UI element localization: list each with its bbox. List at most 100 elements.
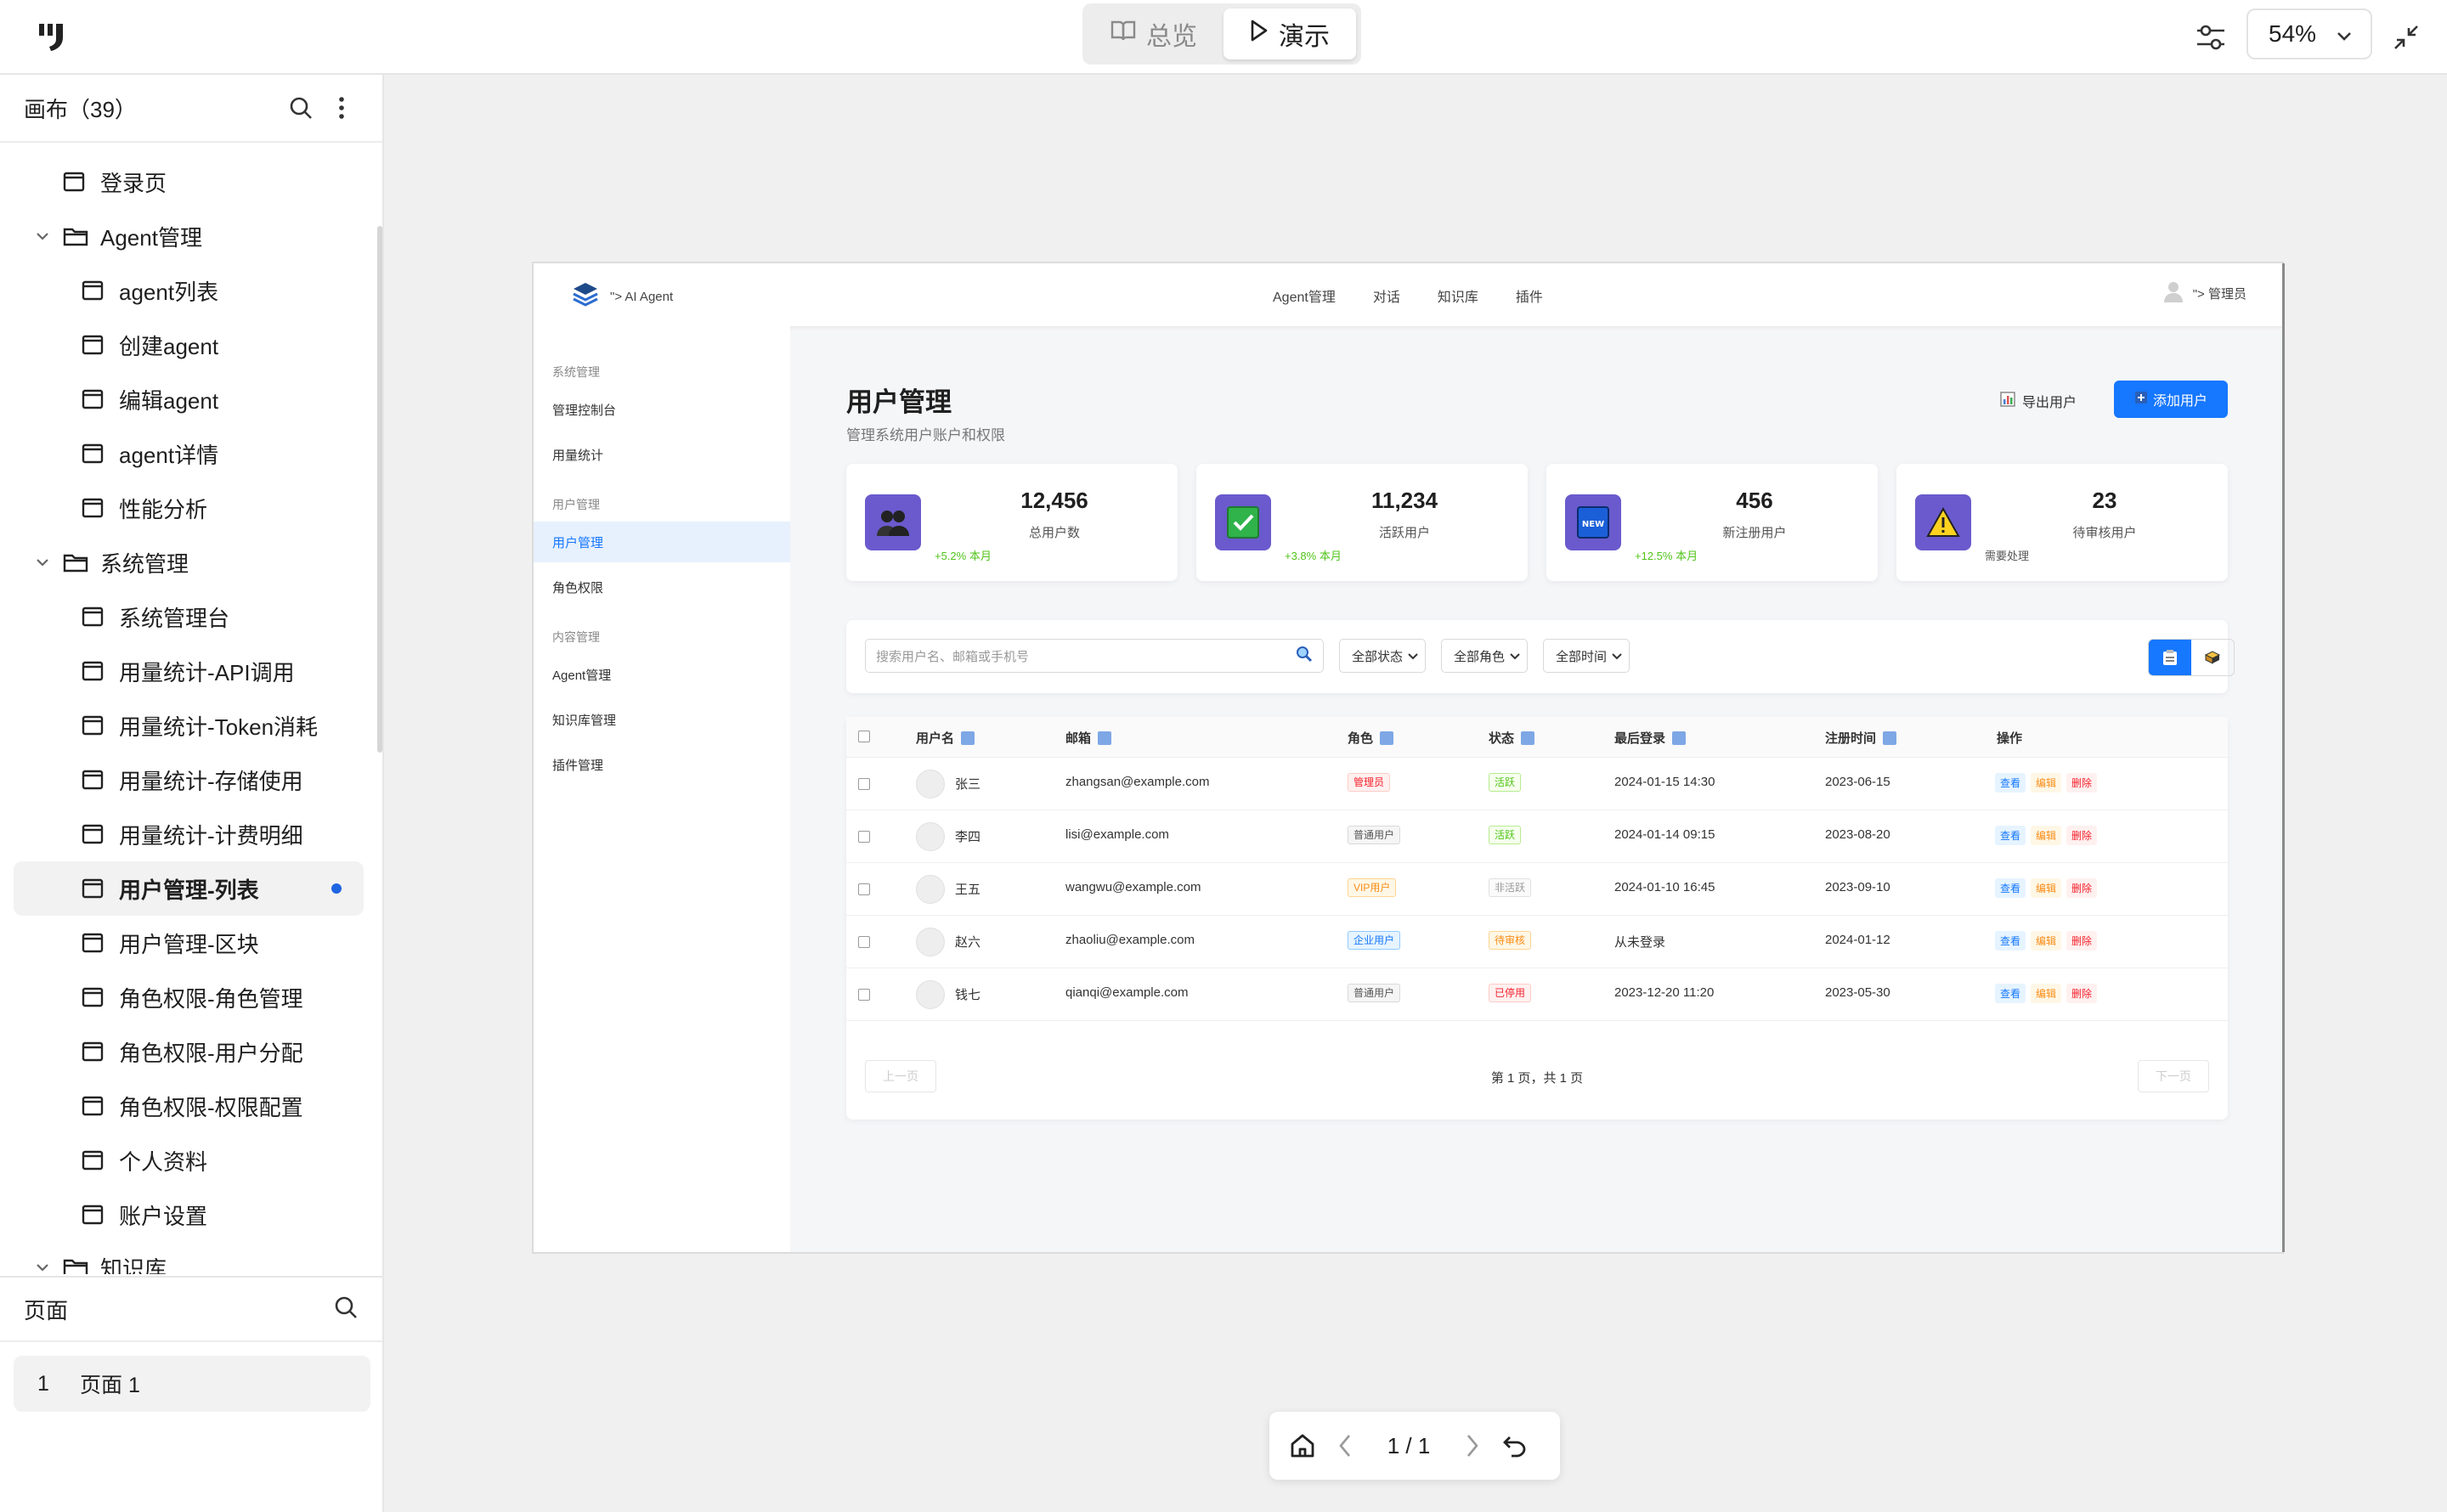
tree-item-account-settings[interactable]: 账户设置 xyxy=(14,1188,364,1242)
present-tab[interactable]: 演示 xyxy=(1224,8,1356,59)
delete-button[interactable]: 删除 xyxy=(2066,984,2098,1003)
column-label: 状态 xyxy=(1489,731,1515,746)
row-checkbox[interactable] xyxy=(858,936,870,948)
preview-nav-knowledge[interactable]: 知识库 xyxy=(1438,285,1478,306)
view-button[interactable]: 查看 xyxy=(1995,826,2026,845)
view-button[interactable]: 查看 xyxy=(1995,984,2026,1003)
row-checkbox[interactable] xyxy=(858,831,870,843)
column-header-registered[interactable]: 注册时间 xyxy=(1825,729,1897,747)
column-header-username[interactable]: 用户名 xyxy=(916,729,975,747)
preview-nav-plugins[interactable]: 插件 xyxy=(1516,285,1543,306)
side-item-roles[interactable]: 角色权限 xyxy=(534,567,790,607)
tree-item-user-list[interactable]: 用户管理-列表 xyxy=(14,861,364,916)
tree-item-usage-token[interactable]: 用量统计-Token消耗 xyxy=(14,698,364,753)
grid-view-icon[interactable] xyxy=(2191,640,2234,675)
overview-tab[interactable]: 总览 xyxy=(1088,8,1220,59)
table-row[interactable]: 赵六 zhaoliu@example.com 企业用户 待审核 从未登录 202… xyxy=(846,916,2228,968)
collapse-icon[interactable] xyxy=(2386,17,2427,58)
edit-button[interactable]: 编辑 xyxy=(2031,931,2062,951)
preview-nav-agent[interactable]: Agent管理 xyxy=(1273,285,1336,306)
time-filter-select[interactable]: 全部时间 xyxy=(1543,639,1630,673)
tree-folder-system[interactable]: 系统管理 xyxy=(14,535,364,590)
search-icon[interactable] xyxy=(333,1295,359,1324)
more-icon[interactable] xyxy=(325,91,359,125)
view-button[interactable]: 查看 xyxy=(1995,773,2026,793)
user-search-input[interactable]: 搜索用户名、邮箱或手机号 xyxy=(865,639,1324,673)
side-item-agents[interactable]: Agent管理 xyxy=(534,654,790,695)
column-header-last-login[interactable]: 最后登录 xyxy=(1614,729,1687,747)
tree-item-usage-api[interactable]: 用量统计-API调用 xyxy=(14,644,364,698)
tree-folder-knowledge[interactable]: 知识库 xyxy=(14,1240,364,1274)
export-users-button[interactable]: 导出用户 xyxy=(2000,384,2077,418)
tree-item-role-assign[interactable]: 角色权限-用户分配 xyxy=(14,1024,364,1079)
chevron-down-icon[interactable] xyxy=(31,224,54,248)
tree-item-system-console[interactable]: 系统管理台 xyxy=(14,590,364,644)
tree-scrollbar[interactable] xyxy=(377,226,382,753)
chevron-down-icon[interactable] xyxy=(31,550,54,574)
view-button[interactable]: 查看 xyxy=(1995,931,2026,951)
table-row[interactable]: 王五 wangwu@example.com VIP用户 非活跃 2024-01-… xyxy=(846,863,2228,916)
side-item-knowledge[interactable]: 知识库管理 xyxy=(534,699,790,740)
tree-item-agent-list[interactable]: agent列表 xyxy=(14,263,364,318)
chevron-left-icon[interactable] xyxy=(1324,1425,1366,1467)
stat-value: 23 xyxy=(2092,488,2117,513)
tree-item-user-block[interactable]: 用户管理-区块 xyxy=(14,916,364,970)
app-logo-icon[interactable] xyxy=(37,20,71,54)
tree-item-role-manage[interactable]: 角色权限-角色管理 xyxy=(14,970,364,1024)
side-item-usage[interactable]: 用量统计 xyxy=(534,434,790,475)
side-item-plugins[interactable]: 插件管理 xyxy=(534,744,790,785)
add-user-button[interactable]: 添加用户 xyxy=(2114,381,2228,418)
tree-folder-agent[interactable]: Agent管理 xyxy=(14,209,364,263)
tree-item-edit-agent[interactable]: 编辑agent xyxy=(14,372,364,426)
column-header-status[interactable]: 状态 xyxy=(1489,729,1535,747)
select-all-checkbox[interactable] xyxy=(858,731,870,742)
zoom-select[interactable]: 54% xyxy=(2246,8,2372,59)
table-row[interactable]: 张三 zhangsan@example.com 管理员 活跃 2024-01-1… xyxy=(846,758,2228,810)
chevron-right-icon[interactable] xyxy=(1451,1425,1494,1467)
tree-item-role-permission[interactable]: 角色权限-权限配置 xyxy=(14,1079,364,1133)
delete-button[interactable]: 删除 xyxy=(2066,878,2098,898)
table-row[interactable]: 钱七 qianqi@example.com 普通用户 已停用 2023-12-2… xyxy=(846,968,2228,1021)
preview-user-menu[interactable]: "> 管理员 xyxy=(2162,280,2246,306)
delete-button[interactable]: 删除 xyxy=(2066,826,2098,845)
preview-brand[interactable]: "> AI Agent xyxy=(571,280,673,313)
edit-button[interactable]: 编辑 xyxy=(2031,826,2062,845)
side-item-console[interactable]: 管理控制台 xyxy=(534,389,790,430)
row-checkbox[interactable] xyxy=(858,883,870,895)
row-checkbox[interactable] xyxy=(858,778,870,790)
column-header-email[interactable]: 邮箱 xyxy=(1065,729,1112,747)
tree-item-usage-billing[interactable]: 用量统计-计费明细 xyxy=(14,807,364,861)
table-row[interactable]: 李四 lisi@example.com 普通用户 活跃 2024-01-14 0… xyxy=(846,810,2228,863)
page-list-item[interactable]: 1 页面 1 xyxy=(14,1356,370,1412)
side-item-users[interactable]: 用户管理 xyxy=(534,522,790,562)
preview-nav-chat[interactable]: 对话 xyxy=(1373,285,1400,306)
list-view-icon[interactable] xyxy=(2149,640,2191,675)
delete-button[interactable]: 删除 xyxy=(2066,773,2098,793)
tree-item-performance[interactable]: 性能分析 xyxy=(14,481,364,535)
tree-item-login[interactable]: 登录页 xyxy=(14,155,364,209)
row-checkbox[interactable] xyxy=(858,989,870,1001)
next-page-button[interactable]: 下一页 xyxy=(2138,1060,2209,1092)
tree-item-create-agent[interactable]: 创建agent xyxy=(14,318,364,372)
home-icon[interactable] xyxy=(1281,1425,1324,1467)
undo-icon[interactable] xyxy=(1494,1425,1536,1467)
role-filter-select[interactable]: 全部角色 xyxy=(1441,639,1529,673)
edit-button[interactable]: 编辑 xyxy=(2031,773,2062,793)
role-badge: 普通用户 xyxy=(1348,984,1401,1002)
view-button[interactable]: 查看 xyxy=(1995,878,2026,898)
preview-nav-links: Agent管理 对话 知识库 插件 xyxy=(1273,285,1543,306)
search-icon[interactable] xyxy=(284,91,318,125)
edit-button[interactable]: 编辑 xyxy=(2031,878,2062,898)
edit-button[interactable]: 编辑 xyxy=(2031,984,2062,1003)
status-badge: 已停用 xyxy=(1489,984,1532,1002)
delete-button[interactable]: 删除 xyxy=(2066,931,2098,951)
chevron-down-icon[interactable] xyxy=(31,1255,54,1274)
status-filter-select[interactable]: 全部状态 xyxy=(1339,639,1427,673)
tree-item-agent-detail[interactable]: agent详情 xyxy=(14,426,364,481)
artboard-preview[interactable]: "> AI Agent Agent管理 对话 知识库 插件 "> 管理员 系统管… xyxy=(534,263,2282,1252)
play-icon xyxy=(1250,20,1269,48)
column-header-role[interactable]: 角色 xyxy=(1348,729,1394,747)
tree-item-profile[interactable]: 个人资料 xyxy=(14,1133,364,1188)
sliders-icon[interactable] xyxy=(2190,17,2231,58)
tree-item-usage-storage[interactable]: 用量统计-存储使用 xyxy=(14,753,364,807)
